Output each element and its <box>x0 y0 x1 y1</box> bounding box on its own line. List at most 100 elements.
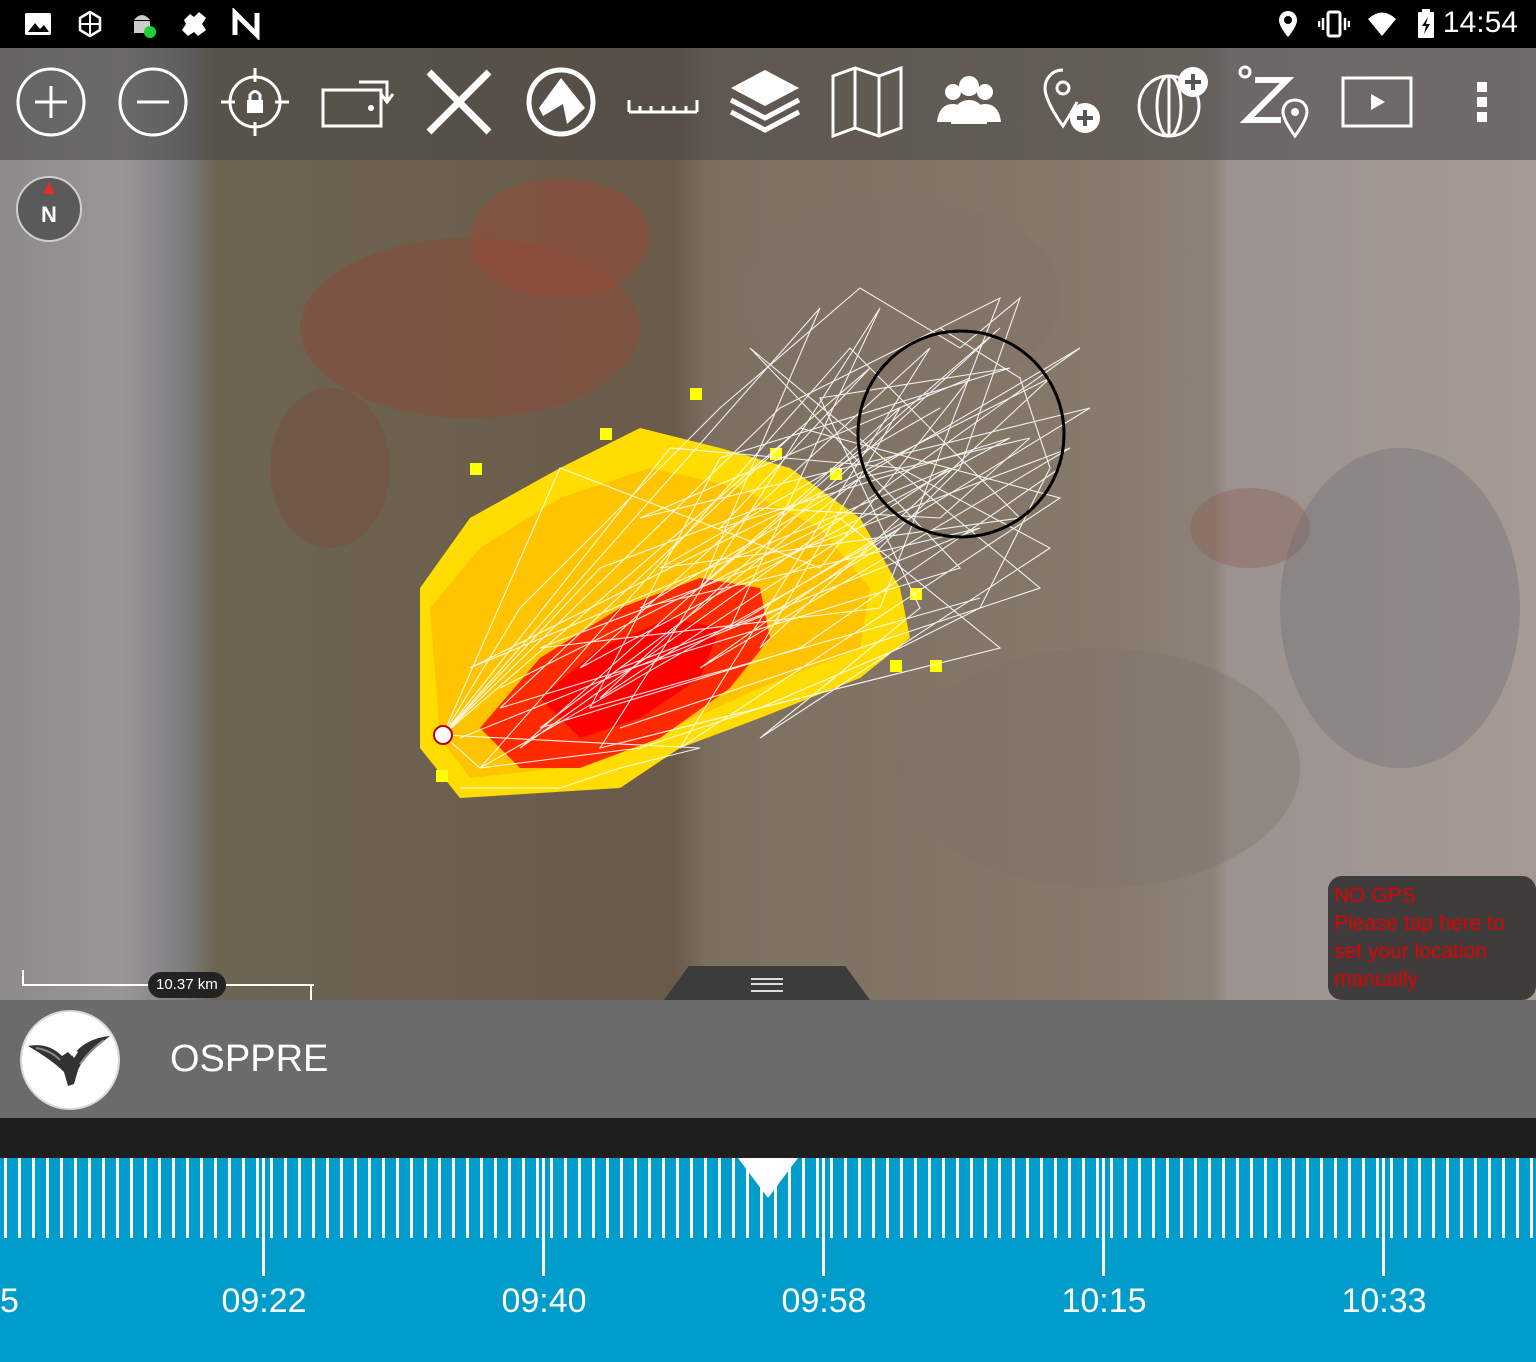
timeline-minor-tick <box>144 1158 147 1238</box>
puzzle-icon <box>182 12 206 36</box>
timeline-label: 09:58 <box>781 1282 867 1320</box>
timeline-minor-tick <box>270 1158 273 1238</box>
timeline-minor-tick <box>1082 1158 1085 1238</box>
android-icon <box>134 15 156 38</box>
layers-button[interactable] <box>727 64 803 140</box>
timeline-minor-tick <box>1292 1158 1295 1238</box>
add-location-pin-icon <box>1043 68 1100 133</box>
map-toolbar <box>0 48 1536 160</box>
timeline-minor-tick <box>494 1158 497 1238</box>
zone-tool-button[interactable] <box>1237 64 1313 140</box>
timeline-minor-tick <box>872 1158 875 1238</box>
add-globe-button[interactable] <box>1135 64 1211 140</box>
timeline-minor-tick <box>214 1158 217 1238</box>
timeline-minor-tick <box>1474 1158 1477 1238</box>
location-icon <box>1279 11 1297 37</box>
more-vertical-icon <box>1477 82 1487 122</box>
close-button[interactable] <box>421 64 497 140</box>
timeline-minor-tick <box>172 1158 175 1238</box>
timeline-minor-tick <box>452 1158 455 1238</box>
timeline-minor-tick <box>1334 1158 1337 1238</box>
compass-button[interactable]: N <box>16 176 82 242</box>
play-icon <box>1341 76 1413 128</box>
add-location-button[interactable] <box>1033 64 1109 140</box>
timeline-minor-tick <box>998 1158 1001 1238</box>
timeline-minor-tick <box>256 1158 259 1238</box>
close-icon <box>426 69 492 135</box>
timeline-minor-tick <box>886 1158 889 1238</box>
zoom-out-button[interactable] <box>115 64 191 140</box>
track-tool-button[interactable] <box>523 64 599 140</box>
map-button[interactable] <box>829 64 905 140</box>
animal-info-bar[interactable]: OSPPRE <box>0 1000 1536 1118</box>
clock: 14:54 <box>1442 6 1518 39</box>
timeline-minor-tick <box>480 1158 483 1238</box>
timeline-minor-tick <box>60 1158 63 1238</box>
timeline-major-tick <box>542 1158 545 1276</box>
timeline-label: 10:15 <box>1061 1282 1147 1320</box>
map-view[interactable] <box>0 48 1536 1000</box>
group-button[interactable] <box>931 64 1007 140</box>
compass-north-label: N <box>41 202 57 227</box>
overflow-menu-button[interactable] <box>1444 64 1520 140</box>
timeline-minor-tick <box>1502 1158 1505 1238</box>
timeline-minor-tick <box>228 1158 231 1238</box>
timeline-minor-tick <box>298 1158 301 1238</box>
timeline-minor-tick <box>186 1158 189 1238</box>
timeline-minor-tick <box>956 1158 959 1238</box>
timeline-minor-tick <box>1376 1158 1379 1238</box>
timeline-minor-tick <box>1040 1158 1043 1238</box>
zoom-in-icon <box>16 67 86 137</box>
timeline-minor-tick <box>1488 1158 1491 1238</box>
gps-warning-line: manually <box>1334 968 1419 991</box>
timeline-minor-tick <box>1278 1158 1281 1238</box>
animal-position-marker[interactable] <box>433 725 453 745</box>
scale-label: 10.37 km <box>148 972 226 998</box>
timeline-minor-tick <box>1348 1158 1351 1238</box>
timeline-minor-tick <box>718 1158 721 1238</box>
timeline-scrubber[interactable]: 05 09:22 09:40 09:58 10:15 10:33 <box>0 1158 1536 1362</box>
timeline-minor-tick <box>18 1158 21 1238</box>
timeline-label: 09:40 <box>501 1282 587 1320</box>
timeline-minor-tick <box>312 1158 315 1238</box>
timeline-minor-tick <box>396 1158 399 1238</box>
timeline-minor-tick <box>830 1158 833 1238</box>
timeline-minor-tick <box>1236 1158 1239 1238</box>
timeline-minor-tick <box>634 1158 637 1238</box>
gps-warning-title: NO GPS <box>1334 884 1416 907</box>
no-gps-warning[interactable]: NO GPS Please tap here to set your locat… <box>1328 876 1536 1000</box>
timeline-major-tick <box>1102 1158 1105 1276</box>
timeline-minor-tick <box>578 1158 581 1238</box>
add-globe-icon <box>1137 67 1208 138</box>
timeline-header-strip <box>0 1118 1536 1158</box>
animal-avatar[interactable] <box>20 1010 120 1110</box>
timeline-minor-tick <box>676 1158 679 1238</box>
timeline-minor-tick <box>1460 1158 1463 1238</box>
timeline-minor-tick <box>1208 1158 1211 1238</box>
timeline-cursor[interactable] <box>738 1158 798 1198</box>
wifi-icon <box>1368 12 1396 36</box>
drawer-handle[interactable] <box>664 966 870 1000</box>
timeline-minor-tick <box>1306 1158 1309 1238</box>
gps-warning-line: set your location <box>1334 940 1487 963</box>
timeline-minor-tick <box>1096 1158 1099 1238</box>
timeline-minor-tick <box>1068 1158 1071 1238</box>
bug-icon <box>78 10 102 38</box>
timeline-minor-tick <box>130 1158 133 1238</box>
timeline-minor-tick <box>1110 1158 1113 1238</box>
timeline-minor-tick <box>1250 1158 1253 1238</box>
status-bar: 14:54 <box>0 0 1536 48</box>
timeline-minor-tick <box>606 1158 609 1238</box>
timeline-minor-tick <box>382 1158 385 1238</box>
timeline-minor-tick <box>1124 1158 1127 1238</box>
rotate-screen-button[interactable] <box>319 64 395 140</box>
timeline-minor-tick <box>1166 1158 1169 1238</box>
zoom-in-button[interactable] <box>13 64 89 140</box>
ruler-button[interactable] <box>625 64 701 140</box>
play-button[interactable] <box>1339 64 1415 140</box>
timeline-minor-tick <box>1530 1158 1533 1238</box>
crosshair-lock-icon <box>221 68 289 136</box>
timeline-minor-tick <box>284 1158 287 1238</box>
lock-location-button[interactable] <box>217 64 293 140</box>
zone-tool-icon <box>1238 65 1309 139</box>
